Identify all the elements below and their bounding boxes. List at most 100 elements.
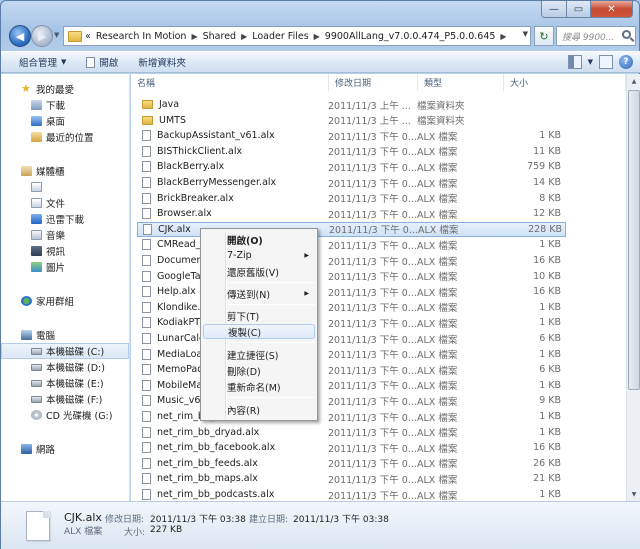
chevron-right-icon[interactable]: ▶ bbox=[500, 32, 506, 41]
organize-button[interactable]: 組合管理 ▼ bbox=[19, 55, 66, 69]
file-row[interactable]: BlackBerry.alx 2011/11/3 下午 0... ALX 檔案 759… bbox=[137, 159, 566, 174]
file-name: CJK.alx bbox=[158, 223, 191, 235]
nav-drive-d[interactable]: 本機磁碟 (D:) bbox=[1, 359, 129, 375]
recent-places-icon bbox=[31, 132, 42, 142]
open-button[interactable]: 開啟 bbox=[86, 55, 118, 69]
file-icon bbox=[142, 239, 151, 251]
navigation-row: ◀ ▶ ▼ « Research In Motion ▶ Shared ▶ Lo… bbox=[1, 23, 640, 49]
cd-drive-icon bbox=[31, 410, 42, 420]
file-row[interactable]: net_rim_bb_feeds.alx 2011/11/3 下午 0... ALX… bbox=[137, 456, 566, 471]
file-size: 11 KB bbox=[533, 145, 561, 157]
scroll-down-arrow-icon[interactable]: ▼ bbox=[627, 487, 640, 501]
help-icon[interactable]: ? bbox=[619, 55, 633, 69]
nav-network[interactable]: 網路 bbox=[1, 441, 129, 457]
file-size: 12 KB bbox=[533, 208, 561, 220]
file-type: ALX 檔案 bbox=[417, 396, 458, 408]
file-name: Java bbox=[159, 99, 180, 110]
vertical-scrollbar[interactable]: ▲ ▼ bbox=[626, 74, 640, 501]
nav-thunder[interactable]: 迅雷下載 bbox=[1, 211, 129, 227]
file-row[interactable]: UMTS 2011/11/3 上午 ... 檔案資料夾 bbox=[137, 113, 566, 128]
menu-item-7zip[interactable]: 7-Zip ▶ bbox=[203, 248, 315, 263]
search-input[interactable]: 搜尋 9900... bbox=[556, 26, 636, 46]
chevron-down-icon[interactable]: ▼ bbox=[523, 30, 528, 38]
close-button[interactable]: ✕ bbox=[591, 1, 633, 18]
navigation-pane: ★ 我的最愛 下載 桌面 最近的位置 媒體櫃 文件 迅雷下載 音樂 視訊 圖片 … bbox=[1, 74, 130, 501]
chevron-down-icon[interactable]: ▼ bbox=[588, 58, 593, 66]
document-icon bbox=[86, 56, 96, 68]
menu-item-restore[interactable]: 還原舊版(V) bbox=[203, 264, 315, 279]
menu-item-send-to[interactable]: 傳送到(N) ▶ bbox=[203, 286, 315, 301]
scroll-up-arrow-icon[interactable]: ▲ bbox=[627, 74, 640, 88]
menu-item-cut[interactable]: 剪下(T) bbox=[203, 308, 315, 323]
new-folder-button[interactable]: 新增資料夾 bbox=[138, 55, 186, 69]
menu-item-shortcut[interactable]: 建立捷徑(S) bbox=[203, 347, 315, 362]
file-row[interactable]: BrickBreaker.alx 2011/11/3 下午 0... ALX 檔案 8… bbox=[137, 191, 566, 206]
nav-drive-c[interactable]: 本機磁碟 (C:) bbox=[1, 343, 129, 359]
refresh-button[interactable]: ↻ bbox=[534, 26, 554, 46]
minimize-button[interactable]: — bbox=[541, 1, 567, 18]
breadcrumb-item[interactable]: 9900AllLang_v7.0.0.474_P5.0.0.645 bbox=[325, 31, 496, 42]
file-icon bbox=[142, 442, 151, 454]
file-row[interactable]: BackupAssistant_v61.alx 2011/11/3 下午 0...… bbox=[137, 128, 566, 143]
view-options-icon[interactable] bbox=[567, 55, 582, 69]
file-row[interactable]: net_rim_bb_podcasts.alx 2011/11/3 下午 0...… bbox=[137, 487, 566, 501]
file-date: 2011/11/3 下午 0... bbox=[328, 162, 417, 174]
column-size[interactable]: 大小 bbox=[504, 74, 626, 91]
chevron-right-icon[interactable]: ▶ bbox=[191, 32, 197, 41]
nav-documents[interactable]: 文件 bbox=[1, 195, 129, 211]
column-type[interactable]: 類型 bbox=[418, 74, 504, 91]
menu-separator bbox=[228, 282, 315, 283]
nav-pictures[interactable]: 圖片 bbox=[1, 259, 129, 275]
file-type: ALX 檔案 bbox=[417, 256, 458, 268]
nav-drive-e[interactable]: 本機磁碟 (E:) bbox=[1, 375, 129, 391]
hard-drive-icon bbox=[31, 363, 42, 371]
breadcrumb-overflow[interactable]: « bbox=[85, 31, 91, 42]
menu-item-copy[interactable]: 複製(C) bbox=[203, 324, 315, 339]
forward-button[interactable]: ▶ bbox=[31, 25, 53, 47]
file-row[interactable]: Java 2011/11/3 上午 ... 檔案資料夾 bbox=[137, 97, 566, 112]
maximize-button[interactable]: ▭ bbox=[567, 1, 591, 18]
nav-recent[interactable]: 最近的位置 bbox=[1, 129, 129, 145]
file-type: ALX 檔案 bbox=[417, 474, 458, 486]
chevron-right-icon[interactable]: ▶ bbox=[241, 32, 247, 41]
nav-library-item[interactable] bbox=[1, 179, 129, 195]
nav-computer[interactable]: 電腦 bbox=[1, 327, 129, 343]
menu-item-open[interactable]: 開啟(O) bbox=[203, 232, 315, 247]
menu-item-delete[interactable]: 刪除(D) bbox=[203, 363, 315, 378]
nav-downloads[interactable]: 下載 bbox=[1, 97, 129, 113]
recent-pages-dropdown[interactable]: ▼ bbox=[54, 31, 59, 39]
file-row[interactable]: net_rim_bb_maps.alx 2011/11/3 下午 0... ALX … bbox=[137, 471, 566, 486]
breadcrumb-item[interactable]: Research In Motion bbox=[96, 31, 187, 42]
breadcrumb-item[interactable]: Loader Files bbox=[252, 31, 308, 42]
back-button[interactable]: ◀ bbox=[9, 25, 31, 47]
nav-homegroup[interactable]: 家用群組 bbox=[1, 293, 129, 309]
menu-item-properties[interactable]: 內容(R) bbox=[203, 402, 315, 417]
file-row[interactable]: net_rim_bb_dryad.alx 2011/11/3 下午 0... ALX… bbox=[137, 425, 566, 440]
file-icon bbox=[142, 411, 151, 422]
nav-label: CD 光碟機 (G:) bbox=[46, 411, 113, 422]
column-name[interactable]: 名稱 bbox=[131, 74, 329, 91]
chevron-down-icon: ▼ bbox=[61, 58, 67, 66]
chevron-right-icon[interactable]: ▶ bbox=[314, 32, 320, 41]
nav-favorites[interactable]: ★ 我的最愛 bbox=[1, 81, 129, 97]
file-size: 26 KB bbox=[533, 457, 561, 469]
nav-drive-g[interactable]: CD 光碟機 (G:) bbox=[1, 407, 129, 423]
breadcrumb-item[interactable]: Shared bbox=[203, 31, 236, 42]
nav-desktop[interactable]: 桌面 bbox=[1, 113, 129, 129]
nav-music[interactable]: 音樂 bbox=[1, 227, 129, 243]
file-row[interactable]: BlackBerryMessenger.alx 2011/11/3 下午 0...… bbox=[137, 175, 566, 190]
nav-drive-f[interactable]: 本機磁碟 (F:) bbox=[1, 391, 129, 407]
address-bar[interactable]: « Research In Motion ▶ Shared ▶ Loader F… bbox=[63, 26, 531, 46]
nav-libraries[interactable]: 媒體櫃 bbox=[1, 163, 129, 179]
file-row[interactable]: net_rim_bb_facebook.alx 2011/11/3 下午 0...… bbox=[137, 440, 566, 455]
preview-pane-icon[interactable] bbox=[599, 55, 613, 69]
file-row[interactable]: Browser.alx 2011/11/3 下午 0... ALX 檔案 12 KB bbox=[137, 206, 566, 221]
column-date[interactable]: 修改日期 bbox=[329, 74, 418, 91]
file-name: net_rim_bb_dryad.alx bbox=[157, 426, 260, 438]
scroll-thumb[interactable] bbox=[628, 90, 640, 390]
file-icon bbox=[142, 426, 151, 438]
file-row[interactable]: BISThickClient.alx 2011/11/3 下午 0... ALX 檔… bbox=[137, 144, 566, 159]
nav-videos[interactable]: 視訊 bbox=[1, 243, 129, 259]
folder-icon bbox=[68, 30, 82, 42]
menu-item-rename[interactable]: 重新命名(M) bbox=[203, 379, 315, 394]
